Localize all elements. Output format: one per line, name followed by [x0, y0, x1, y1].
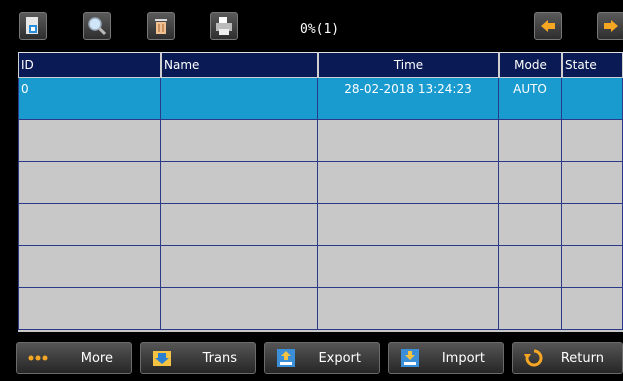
transfer-icon [151, 347, 173, 369]
arrow-right-icon [604, 20, 618, 32]
import-label: Import [441, 350, 485, 366]
toolbar: 0%(1) [0, 0, 623, 52]
trans-button[interactable]: Trans [140, 342, 256, 374]
delete-button[interactable] [147, 12, 175, 40]
printer-icon [216, 17, 232, 35]
table-row-empty[interactable] [18, 204, 623, 246]
search-button[interactable] [83, 12, 111, 40]
record-table: ID Name Time Mode State 0 28-02-2018 13:… [18, 52, 623, 332]
return-button[interactable]: Return [512, 342, 623, 374]
table-row-empty[interactable] [18, 288, 623, 330]
prev-page-button[interactable] [534, 12, 562, 40]
table-row-empty[interactable] [18, 246, 623, 288]
cell-time: 28-02-2018 13:24:23 [318, 78, 499, 120]
table-row[interactable]: 0 28-02-2018 13:24:23 AUTO [18, 78, 623, 120]
cell-mode: AUTO [499, 78, 562, 120]
cell-state [562, 78, 623, 120]
ellipsis-icon [27, 347, 49, 369]
return-label: Return [560, 350, 604, 366]
header-state[interactable]: State [562, 52, 623, 78]
search-icon [88, 17, 107, 36]
trans-label: Trans [202, 350, 237, 366]
export-label: Export [318, 350, 361, 366]
bottom-toolbar: More Trans Export Import Return [0, 336, 623, 381]
document-icon [26, 17, 38, 34]
header-id[interactable]: ID [18, 52, 161, 78]
export-icon [275, 347, 297, 369]
import-button[interactable]: Import [388, 342, 504, 374]
header-mode[interactable]: Mode [499, 52, 562, 78]
header-time[interactable]: Time [318, 52, 499, 78]
arrow-left-icon [541, 20, 555, 32]
return-icon [523, 347, 545, 369]
next-page-button[interactable] [597, 12, 623, 40]
cell-name [161, 78, 318, 120]
more-button[interactable]: More [16, 342, 132, 374]
header-name[interactable]: Name [161, 52, 318, 78]
export-button[interactable]: Export [264, 342, 380, 374]
more-label: More [80, 350, 113, 366]
table-row-empty[interactable] [18, 120, 623, 162]
table-header: ID Name Time Mode State [18, 52, 623, 78]
new-record-button[interactable] [19, 12, 47, 40]
cell-id: 0 [18, 78, 161, 120]
print-button[interactable] [210, 12, 238, 40]
import-icon [399, 347, 421, 369]
trash-icon [155, 19, 167, 34]
table-row-empty[interactable] [18, 162, 623, 204]
progress-indicator: 0%(1) [300, 22, 340, 37]
